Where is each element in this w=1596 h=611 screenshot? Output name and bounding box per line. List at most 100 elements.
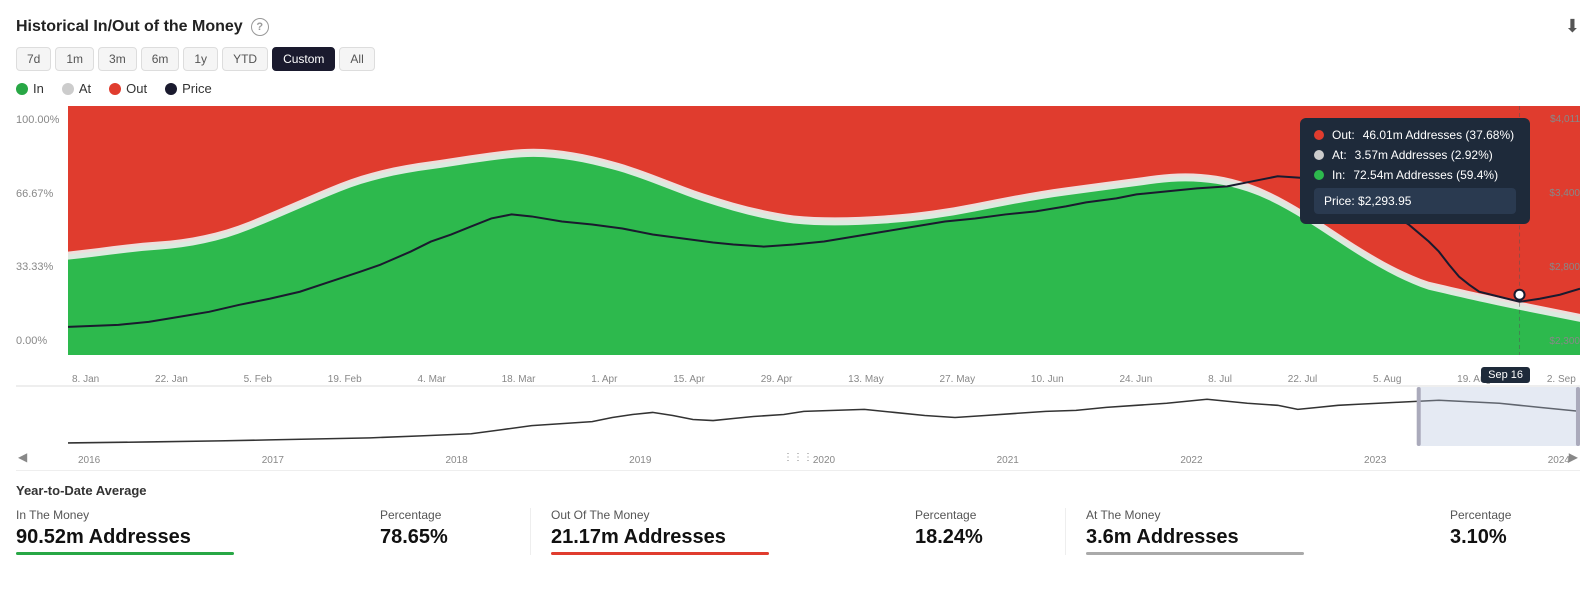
stat-at-label: At The Money — [1086, 508, 1450, 522]
x-label-6: 1. Apr — [591, 374, 617, 385]
stat-in-the-money: In The Money 90.52m Addresses — [16, 508, 380, 555]
price-label-2300: $2,300 — [1532, 336, 1580, 347]
y-axis: 100.00% 66.67% 33.33% 0.00% — [16, 106, 68, 355]
stat-in-pct-value: 78.65% — [380, 526, 510, 549]
filter-3m[interactable]: 3m — [98, 47, 137, 71]
legend-at-label: At — [79, 81, 91, 96]
legend-price-label: Price — [182, 81, 212, 96]
legend-price-dot — [165, 83, 177, 95]
divider-2 — [1065, 508, 1066, 555]
legend-in-dot — [16, 83, 28, 95]
stat-at-underline — [1086, 552, 1304, 555]
divider-1 — [530, 508, 531, 555]
y-label-100: 100.00% — [16, 114, 68, 126]
y-label-67: 66.67% — [16, 188, 68, 200]
legend-at-dot — [62, 83, 74, 95]
mini-chart-svg — [68, 387, 1580, 446]
chart-legend: In At Out Price — [16, 81, 1580, 96]
tooltip-price-label: Price: — [1324, 194, 1355, 208]
stat-out-pct-label: Percentage — [915, 508, 1045, 522]
y-label-0: 0.00% — [16, 335, 68, 347]
price-label-4011: $4,011 — [1532, 114, 1580, 125]
date-badge: Sep 16 — [1481, 367, 1530, 383]
tooltip-out-dot — [1314, 130, 1324, 140]
tooltip-at-row: At: 3.57m Addresses (2.92%) — [1314, 148, 1516, 162]
tooltip-price-value: $2,293.95 — [1358, 194, 1411, 208]
legend-out-dot — [109, 83, 121, 95]
x-label-17: 2. Sep — [1547, 374, 1576, 385]
x-label-12: 24. Jun — [1119, 374, 1152, 385]
stat-out-the-money: Out Of The Money 21.17m Addresses — [551, 508, 915, 555]
help-icon[interactable]: ? — [251, 18, 269, 36]
time-filter-bar: 7d 1m 3m 6m 1y YTD Custom All — [16, 47, 1580, 71]
stat-at-value: 3.6m Addresses — [1086, 526, 1450, 549]
stat-out-label: Out Of The Money — [551, 508, 915, 522]
x-label-7: 15. Apr — [673, 374, 705, 385]
stat-in-pct-label: Percentage — [380, 508, 510, 522]
header: Historical In/Out of the Money ? ⬇ — [16, 10, 1580, 47]
filter-custom[interactable]: Custom — [272, 47, 335, 71]
page-title: Historical In/Out of the Money ? — [16, 18, 269, 36]
scroll-handle-indicator: ⋮⋮⋮ — [783, 452, 813, 463]
tooltip-in-dot — [1314, 170, 1324, 180]
legend-out: Out — [109, 81, 147, 96]
chart-tooltip: Out: 46.01m Addresses (37.68%) At: 3.57m… — [1300, 118, 1530, 224]
filter-all[interactable]: All — [339, 47, 374, 71]
stats-section: Year-to-Date Average In The Money 90.52m… — [16, 470, 1580, 563]
price-label-3400: $3,400 — [1532, 188, 1580, 199]
x-axis: 8. Jan 22. Jan 5. Feb 19. Feb 4. Mar 18.… — [68, 357, 1580, 385]
x-label-14: 22. Jul — [1288, 374, 1317, 385]
tooltip-in-row: In: 72.54m Addresses (59.4%) — [1314, 168, 1516, 182]
page: Historical In/Out of the Money ? ⬇ 7d 1m… — [0, 0, 1596, 611]
stat-at-pct-value: 3.10% — [1450, 526, 1580, 549]
tooltip-price-box: Price: $2,293.95 — [1314, 188, 1516, 214]
tooltip-out-label: Out: — [1332, 128, 1355, 142]
x-label-10: 27. May — [940, 374, 976, 385]
scroll-right-icon[interactable]: ▶ — [1569, 450, 1578, 464]
stat-in-pct: Percentage 78.65% — [380, 508, 510, 555]
filter-1y[interactable]: 1y — [183, 47, 218, 71]
tooltip-at-label: At: — [1332, 148, 1347, 162]
main-chart[interactable]: 100.00% 66.67% 33.33% 0.00% — [16, 106, 1580, 386]
stat-at-pct: Percentage 3.10% — [1450, 508, 1580, 555]
stat-out-pct: Percentage 18.24% — [915, 508, 1045, 555]
legend-at: At — [62, 81, 91, 96]
filter-1m[interactable]: 1m — [55, 47, 94, 71]
tooltip-in-value: 72.54m Addresses (59.4%) — [1353, 168, 1498, 182]
download-icon[interactable]: ⬇ — [1565, 16, 1580, 37]
tooltip-in-label: In: — [1332, 168, 1345, 182]
stat-at-pct-label: Percentage — [1450, 508, 1580, 522]
tooltip-out-row: Out: 46.01m Addresses (37.68%) — [1314, 128, 1516, 142]
filter-7d[interactable]: 7d — [16, 47, 51, 71]
x-label-13: 8. Jul — [1208, 374, 1232, 385]
x-axis-labels: 8. Jan 22. Jan 5. Feb 19. Feb 4. Mar 18.… — [68, 374, 1580, 385]
tooltip-at-value: 3.57m Addresses (2.92%) — [1355, 148, 1493, 162]
filter-ytd[interactable]: YTD — [222, 47, 268, 71]
scroll-left-icon[interactable]: ◀ — [18, 450, 27, 464]
x-label-9: 13. May — [848, 374, 884, 385]
title-text: Historical In/Out of the Money — [16, 18, 243, 36]
x-label-0: 8. Jan — [72, 374, 99, 385]
stat-at-the-money: At The Money 3.6m Addresses — [1086, 508, 1450, 555]
legend-price: Price — [165, 81, 212, 96]
x-label-2: 5. Feb — [244, 374, 272, 385]
legend-in: In — [16, 81, 44, 96]
x-label-1: 22. Jan — [155, 374, 188, 385]
legend-out-label: Out — [126, 81, 147, 96]
price-label-2800: $2,800 — [1532, 262, 1580, 273]
x-label-3: 19. Feb — [328, 374, 362, 385]
tooltip-at-dot — [1314, 150, 1324, 160]
x-label-4: 4. Mar — [417, 374, 445, 385]
x-label-11: 10. Jun — [1031, 374, 1064, 385]
x-label-5: 18. Mar — [502, 374, 536, 385]
chart-container: 100.00% 66.67% 33.33% 0.00% — [16, 106, 1580, 466]
mini-chart[interactable]: 2016 2017 2018 2019 2020 2021 2022 2023 … — [16, 386, 1580, 466]
stats-row: In The Money 90.52m Addresses Percentage… — [16, 508, 1580, 555]
tooltip-out-value: 46.01m Addresses (37.68%) — [1363, 128, 1514, 142]
y-label-33: 33.33% — [16, 261, 68, 273]
price-axis: $4,011 $3,400 $2,800 $2,300 — [1532, 106, 1580, 355]
stat-in-label: In The Money — [16, 508, 380, 522]
legend-in-label: In — [33, 81, 44, 96]
stat-in-underline — [16, 552, 234, 555]
filter-6m[interactable]: 6m — [141, 47, 180, 71]
